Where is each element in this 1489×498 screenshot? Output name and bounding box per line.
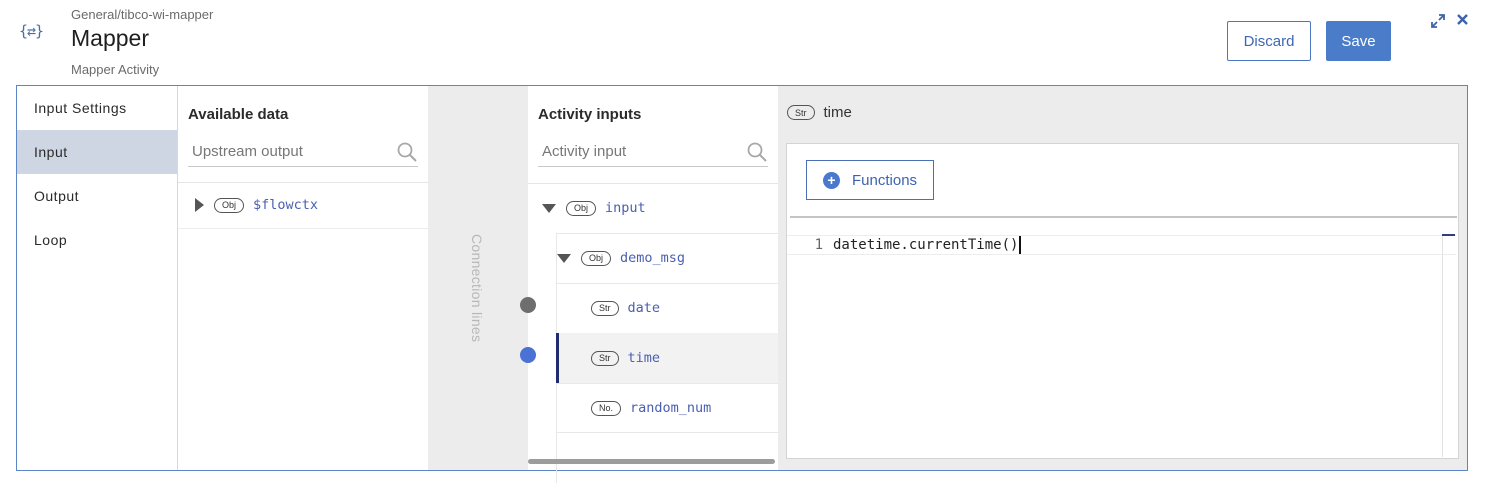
upstream-search-placeholder: Upstream output: [192, 143, 303, 160]
page-title: Mapper: [71, 25, 149, 51]
selected-field-name: time: [823, 104, 852, 121]
mapper-app-icon: {⇄}: [19, 22, 44, 40]
tree-item-random-num[interactable]: No. random_num: [591, 394, 711, 422]
available-data-heading: Available data: [188, 106, 289, 123]
code-line[interactable]: 1 datetime.currentTime(): [787, 235, 1456, 255]
editor-vertical-scrollbar[interactable]: [1442, 235, 1457, 457]
settings-nav: Input Settings Input Output Loop: [17, 86, 178, 470]
editor-scroll-thumb[interactable]: [1442, 234, 1455, 236]
type-badge-str: Str: [787, 105, 815, 120]
expand-arrows-icon: [1431, 14, 1445, 28]
nav-item-input[interactable]: Input: [17, 130, 177, 174]
tree-item-input[interactable]: Obj input: [542, 194, 646, 222]
tree-item-time[interactable]: Str time: [591, 344, 660, 372]
activity-inputs-heading: Activity inputs: [538, 106, 642, 123]
selected-row-highlight: [556, 333, 778, 383]
editor-divider: [790, 216, 1457, 218]
nav-item-input-settings[interactable]: Input Settings: [17, 86, 177, 130]
horizontal-scrollbar[interactable]: [528, 459, 775, 464]
type-badge-obj: Obj: [214, 197, 245, 213]
type-badge-str: Str: [591, 300, 619, 316]
upstream-search-input[interactable]: Upstream output: [188, 137, 418, 167]
activity-input-search[interactable]: Activity input: [538, 137, 768, 167]
tree-item-label: demo_msg: [620, 250, 686, 266]
type-badge-obj: Obj: [566, 200, 597, 216]
available-data-panel: Available data Upstream output Obj $flow…: [178, 86, 428, 470]
functions-button[interactable]: + Functions: [806, 160, 934, 200]
expand-triangle-icon[interactable]: [195, 198, 204, 212]
expand-icon[interactable]: [1431, 14, 1445, 31]
breadcrumb: General/tibco-wi-mapper: [71, 7, 214, 22]
tree-item-label: input: [605, 200, 646, 216]
discard-button[interactable]: Discard: [1227, 21, 1311, 61]
collapse-triangle-icon[interactable]: [542, 203, 556, 213]
activity-inputs-panel: Activity inputs Activity input Obj input…: [528, 86, 778, 483]
nav-item-loop[interactable]: Loop: [17, 218, 177, 262]
connection-lines-label: Connection lines: [469, 234, 485, 343]
page-subtitle: Mapper Activity: [71, 62, 160, 77]
type-badge-str: Str: [591, 350, 619, 366]
selected-field-header: Str time: [787, 104, 852, 121]
collapse-triangle-icon[interactable]: [557, 253, 571, 263]
tree-item-label: date: [627, 300, 661, 316]
search-icon: [747, 142, 767, 162]
tree-item-flowctx[interactable]: Obj $flowctx: [195, 190, 318, 220]
mapping-editor-area: Str time + Functions 1 datetime.currentT…: [778, 86, 1467, 470]
tree-item-label: time: [627, 350, 661, 366]
activity-input-placeholder: Activity input: [542, 143, 627, 160]
line-number: 1: [814, 237, 823, 253]
tree-item-date[interactable]: Str date: [591, 294, 660, 322]
tree-item-demo-msg[interactable]: Obj demo_msg: [557, 244, 685, 272]
type-badge-obj: Obj: [581, 250, 612, 266]
tree-item-label: $flowctx: [253, 197, 319, 213]
close-x-icon: [1457, 14, 1468, 25]
type-badge-number: No.: [591, 400, 622, 416]
tree-item-label: random_num: [630, 400, 712, 416]
functions-button-label: Functions: [852, 171, 918, 189]
connection-lines-area: Connection lines: [428, 86, 536, 470]
text-cursor: [1019, 236, 1021, 254]
search-icon: [397, 142, 417, 162]
code-text[interactable]: datetime.currentTime(): [833, 237, 1018, 253]
expression-editor: + Functions 1 datetime.currentTime(): [786, 143, 1459, 459]
save-button[interactable]: Save: [1326, 21, 1391, 61]
plus-circle-icon: +: [823, 171, 840, 189]
nav-item-output[interactable]: Output: [17, 174, 177, 218]
close-icon[interactable]: [1456, 13, 1469, 30]
